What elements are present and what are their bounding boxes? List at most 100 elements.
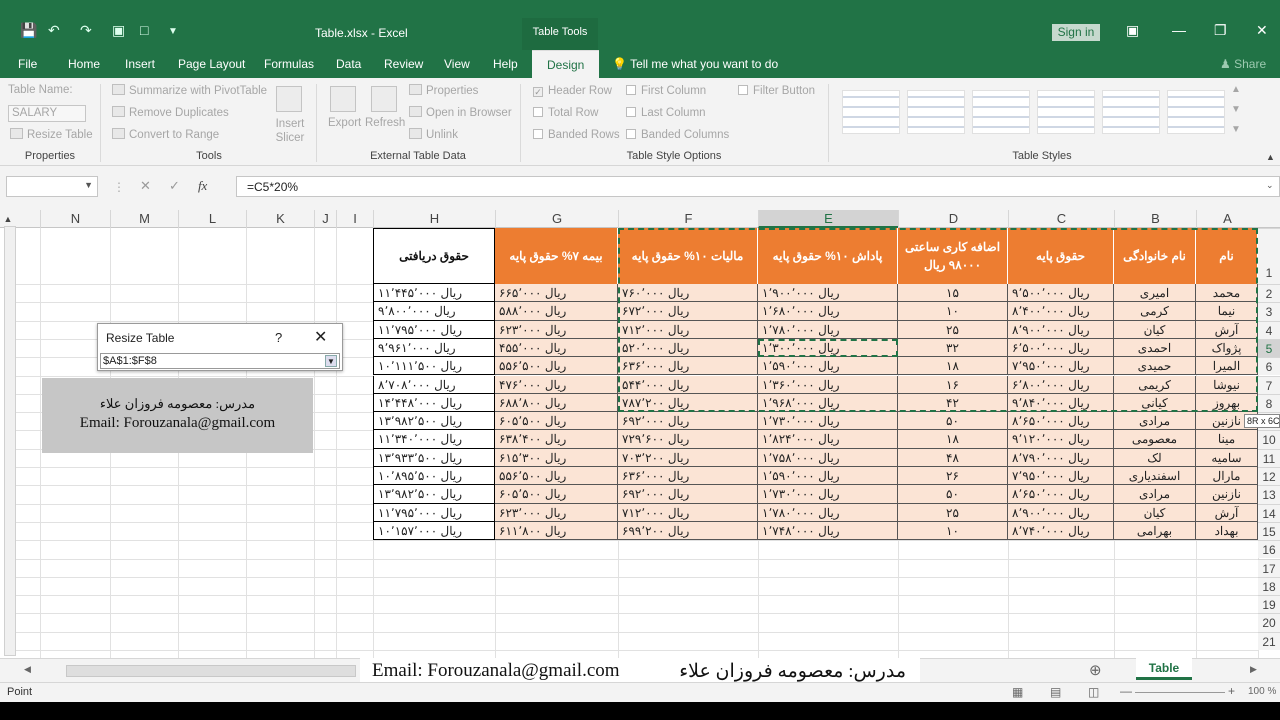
- table-cell-f[interactable]: ریال ۵۴۴٬۰۰۰: [618, 375, 758, 394]
- row-header[interactable]: 17: [1258, 558, 1280, 577]
- row-header[interactable]: 8: [1258, 393, 1280, 413]
- table-cell-h[interactable]: ریال ۱۱٬۴۴۵٬۰۰۰: [373, 284, 495, 303]
- column-header[interactable]: B: [1114, 210, 1196, 228]
- restore-icon[interactable]: ❐: [1214, 22, 1227, 39]
- table-cell-f[interactable]: ریال ۷۰۳٬۲۰۰: [618, 448, 758, 467]
- table-cell-a[interactable]: نیما: [1196, 302, 1258, 321]
- help-button[interactable]: ?: [275, 330, 282, 345]
- last-column-checkbox[interactable]: Last Column: [626, 107, 706, 119]
- tab-review[interactable]: Review: [384, 50, 423, 78]
- expand-formula-icon[interactable]: ⌄: [1266, 180, 1274, 191]
- row-header[interactable]: 7: [1258, 375, 1280, 394]
- row-header[interactable]: 2: [1258, 284, 1280, 303]
- table-cell-g[interactable]: ریال ۵۵۶٬۵۰۰: [495, 467, 618, 486]
- table-cell-g[interactable]: ریال ۶۲۳٬۰۰۰: [495, 503, 618, 522]
- table-cell-d[interactable]: ۱۶: [898, 375, 1008, 394]
- table-cell-c[interactable]: ریال ۸٬۷۹۰٬۰۰۰: [1008, 448, 1114, 467]
- table-header-f[interactable]: مالیات ۱۰% حقوق پایه: [618, 228, 758, 284]
- column-header[interactable]: I: [336, 210, 373, 228]
- page-layout-view-icon[interactable]: ▤: [1050, 685, 1061, 699]
- table-cell-g[interactable]: ریال ۴۷۶٬۰۰۰: [495, 375, 618, 394]
- table-cell-e[interactable]: ریال ۱٬۷۵۸٬۰۰۰: [758, 448, 898, 467]
- table-style-swatch[interactable]: [1102, 90, 1160, 134]
- summarize-pivot-button[interactable]: Summarize with PivotTable: [112, 84, 267, 97]
- formula-input[interactable]: =C5*20%: [236, 176, 1280, 197]
- table-cell-b[interactable]: امیری: [1114, 284, 1196, 303]
- column-header[interactable]: L: [178, 210, 246, 228]
- table-cell-f[interactable]: ریال ۷۱۲٬۰۰۰: [618, 320, 758, 339]
- table-cell-d[interactable]: ۳۲: [898, 338, 1008, 358]
- table-header-g[interactable]: بیمه ۷% حقوق پایه: [495, 228, 618, 284]
- column-header[interactable]: K: [246, 210, 314, 228]
- row-header[interactable]: 1: [1258, 228, 1280, 284]
- table-cell-h[interactable]: ریال ۱۱٬۷۹۵٬۰۰۰: [373, 320, 495, 339]
- table-cell-a[interactable]: بهداد: [1196, 521, 1258, 541]
- tab-data[interactable]: Data: [336, 50, 361, 78]
- table-cell-g[interactable]: ریال ۶۲۳٬۰۰۰: [495, 320, 618, 339]
- table-header-c[interactable]: حقوق پایه: [1008, 228, 1114, 284]
- table-cell-e[interactable]: ریال ۱٬۷۴۸٬۰۰۰: [758, 521, 898, 541]
- tell-me-search[interactable]: 💡 Tell me what you want to do: [612, 50, 778, 78]
- table-header-h[interactable]: حقوق دریافتی: [373, 228, 495, 284]
- table-cell-f[interactable]: ریال ۷۶۰٬۰۰۰: [618, 284, 758, 303]
- table-cell-c[interactable]: ریال ۸٬۶۵۰٬۰۰۰: [1008, 485, 1114, 504]
- table-cell-c[interactable]: ریال ۹٬۸۴۰٬۰۰۰: [1008, 393, 1114, 413]
- unlink-button[interactable]: Unlink: [409, 128, 458, 141]
- row-header[interactable]: 20: [1258, 613, 1280, 632]
- table-cell-h[interactable]: ریال ۱۱٬۳۴۰٬۰۰۰: [373, 430, 495, 449]
- open-browser-button[interactable]: Open in Browser: [409, 106, 512, 119]
- table-cell-h[interactable]: ریال ۹٬۸۰۰٬۰۰۰: [373, 302, 495, 321]
- header-row-checkbox[interactable]: ✓ Header Row: [533, 85, 612, 97]
- table-cell-f[interactable]: ریال ۶۹۹٬۲۰۰: [618, 521, 758, 541]
- table-cell-h[interactable]: ریال ۸٬۷۰۸٬۰۰۰: [373, 375, 495, 394]
- table-cell-f[interactable]: ریال ۶۳۶٬۰۰۰: [618, 357, 758, 376]
- table-cell-e[interactable]: ریال ۱٬۶۸۰٬۰۰۰: [758, 302, 898, 321]
- table-cell-b[interactable]: کیان: [1114, 503, 1196, 522]
- table-cell-g[interactable]: ریال ۵۵۶٬۵۰۰: [495, 357, 618, 376]
- row-header[interactable]: 10: [1258, 430, 1280, 449]
- table-cell-c[interactable]: ریال ۶٬۵۰۰٬۰۰۰: [1008, 338, 1114, 358]
- table-cell-d[interactable]: ۱۰: [898, 302, 1008, 321]
- table-cell-h[interactable]: ریال ۱۱٬۷۹۵٬۰۰۰: [373, 503, 495, 522]
- table-cell-a[interactable]: آرش: [1196, 503, 1258, 522]
- table-cell-g[interactable]: ریال ۶۸۸٬۸۰۰: [495, 393, 618, 413]
- page-break-view-icon[interactable]: ◫: [1088, 685, 1099, 699]
- table-cell-a[interactable]: المیرا: [1196, 357, 1258, 376]
- first-column-checkbox[interactable]: First Column: [626, 85, 706, 97]
- column-header[interactable]: C: [1008, 210, 1114, 228]
- table-cell-c[interactable]: ریال ۸٬۴۰۰٬۰۰۰: [1008, 302, 1114, 321]
- sign-in-button[interactable]: Sign in: [1052, 24, 1100, 41]
- column-header[interactable]: H: [373, 210, 495, 228]
- banded-columns-checkbox[interactable]: Banded Columns: [626, 129, 729, 141]
- range-input[interactable]: $A$1:$F$8 ▼: [100, 353, 340, 369]
- table-cell-f[interactable]: ریال ۶۹۲٬۰۰۰: [618, 485, 758, 504]
- tab-page-layout[interactable]: Page Layout: [178, 50, 245, 78]
- table-cell-a[interactable]: آرش: [1196, 320, 1258, 339]
- table-cell-d[interactable]: ۵۰: [898, 412, 1008, 431]
- column-header[interactable]: N: [40, 210, 110, 228]
- close-dialog-icon[interactable]: ✕: [314, 327, 327, 347]
- table-cell-d[interactable]: ۴۸: [898, 448, 1008, 467]
- export-button[interactable]: Export: [328, 117, 361, 129]
- table-cell-b[interactable]: اسفندیاری: [1114, 467, 1196, 486]
- styles-scroll-down-icon[interactable]: ▼: [1231, 104, 1241, 115]
- table-cell-g[interactable]: ریال ۴۵۵٬۰۰۰: [495, 338, 618, 358]
- row-header[interactable]: 19: [1258, 595, 1280, 614]
- table-cell-f[interactable]: ریال ۶۹۲٬۰۰۰: [618, 412, 758, 431]
- table-cell-h[interactable]: ریال ۱۰٬۱۱۱٬۵۰۰: [373, 357, 495, 376]
- table-cell-g[interactable]: ریال ۶۱۵٬۳۰۰: [495, 448, 618, 467]
- cancel-icon[interactable]: ✕: [140, 178, 151, 193]
- zoom-level[interactable]: 100 %: [1248, 686, 1276, 697]
- tab-view[interactable]: View: [444, 50, 470, 78]
- table-cell-c[interactable]: ریال ۹٬۵۰۰٬۰۰۰: [1008, 284, 1114, 303]
- table-cell-d[interactable]: ۵۰: [898, 485, 1008, 504]
- styles-more-icon[interactable]: ▼: [1231, 124, 1241, 135]
- table-cell-e[interactable]: ریال ۱٬۸۲۴٬۰۰۰: [758, 430, 898, 449]
- tab-design[interactable]: Design: [532, 50, 600, 78]
- table-style-swatch[interactable]: [972, 90, 1030, 134]
- properties-button[interactable]: Properties: [409, 84, 478, 97]
- table-cell-b[interactable]: کرمی: [1114, 302, 1196, 321]
- scroll-right-icon[interactable]: ▶: [1250, 664, 1257, 675]
- table-cell-a[interactable]: پژواک: [1196, 338, 1258, 358]
- minimize-icon[interactable]: —: [1172, 22, 1186, 38]
